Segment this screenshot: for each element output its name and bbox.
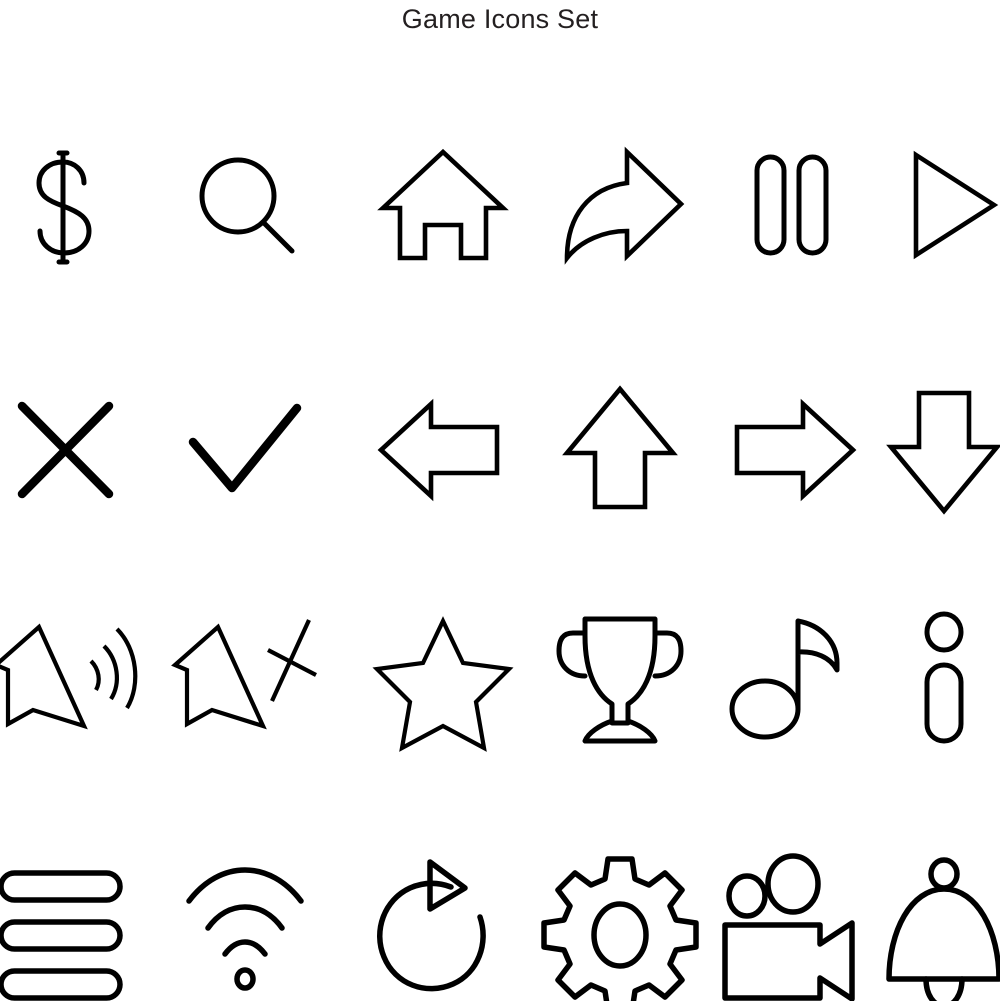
pause-icon[interactable]: [716, 130, 866, 280]
play-icon[interactable]: [869, 130, 1000, 280]
music-note-icon[interactable]: [716, 603, 866, 753]
dollar-icon[interactable]: [0, 130, 141, 280]
wifi-icon[interactable]: [170, 851, 320, 1001]
sound-off-icon[interactable]: [170, 603, 320, 753]
arrow-left-icon[interactable]: [368, 375, 518, 525]
arrow-up-icon[interactable]: [545, 375, 695, 525]
home-icon[interactable]: [368, 130, 518, 280]
search-icon[interactable]: [170, 130, 320, 280]
info-icon[interactable]: [869, 603, 1000, 753]
video-camera-icon[interactable]: [716, 851, 866, 1001]
icon-grid: [0, 0, 1000, 1001]
sound-on-icon[interactable]: [0, 603, 141, 753]
check-icon[interactable]: [170, 375, 320, 525]
arrow-right-icon[interactable]: [716, 375, 866, 525]
menu-icon[interactable]: [0, 851, 141, 1001]
close-icon[interactable]: [0, 375, 141, 525]
bell-icon[interactable]: [869, 851, 1000, 1001]
arrow-down-icon[interactable]: [869, 375, 1000, 525]
icon-sheet: Game Icons Set: [0, 0, 1000, 1001]
trophy-icon[interactable]: [545, 603, 695, 753]
refresh-icon[interactable]: [368, 851, 518, 1001]
settings-gear-icon[interactable]: [541, 851, 699, 1001]
share-icon[interactable]: [545, 130, 695, 280]
star-icon[interactable]: [368, 603, 518, 753]
